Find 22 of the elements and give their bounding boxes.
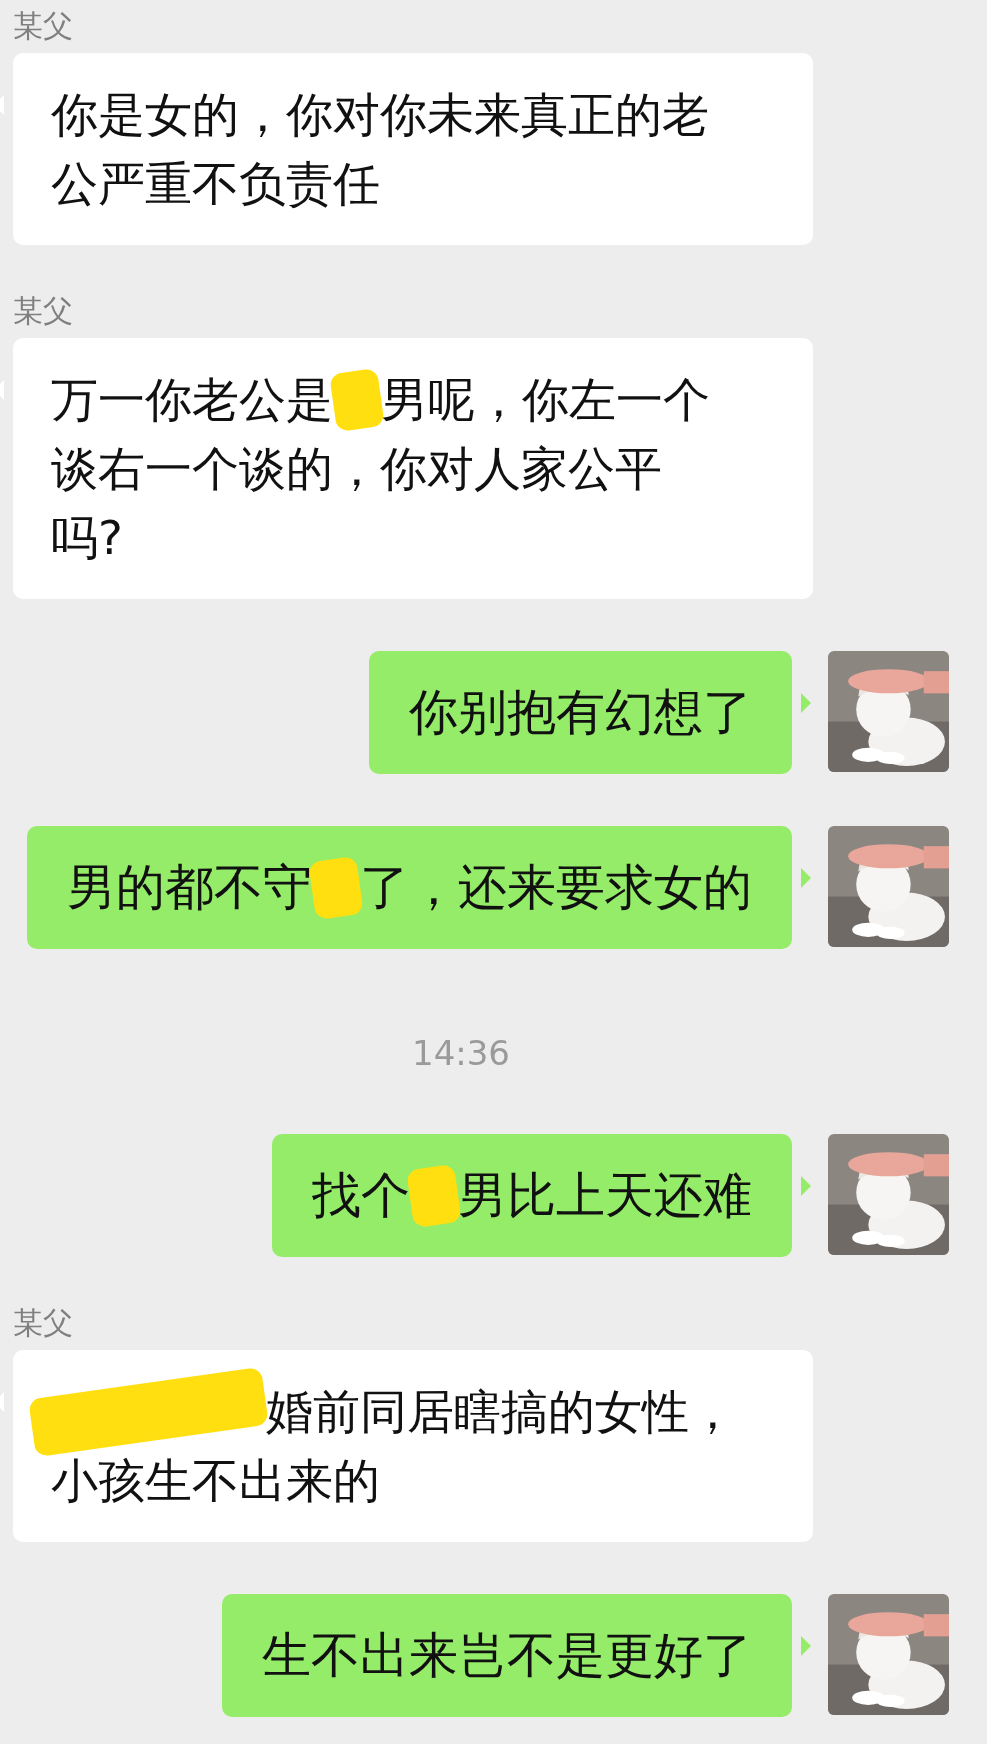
message-text: 男呢，你左一个 [381, 371, 710, 429]
message-text: 找个 [312, 1166, 410, 1226]
message-text: 男比上天还难 [458, 1166, 752, 1226]
bubble-tail [801, 693, 811, 713]
bubble-tail [801, 868, 811, 888]
message-text: 男的都不守 [67, 858, 312, 918]
message-text: 谈右一个谈的，你对人家公平 [51, 440, 662, 498]
message-text: 吗? [51, 509, 123, 567]
message-text: 你是女的，你对你未来真正的老 [51, 86, 709, 144]
bubble-tail [801, 1636, 811, 1656]
sender-name: 某父 [13, 1304, 73, 1342]
message-text: 生不出来岂不是更好了 [262, 1626, 752, 1686]
message-text: 小孩生不出来的 [51, 1452, 380, 1510]
message-text: 公严重不负责任 [51, 155, 380, 213]
bubble-tail [801, 1176, 811, 1196]
sender-name: 某父 [13, 7, 73, 45]
sender-name: 某父 [13, 292, 73, 330]
timestamp: 14:36 [412, 1033, 510, 1073]
message-text: 婚前同居瞎搞的女性， [266, 1383, 736, 1441]
message-text: 万一你老公是 [51, 371, 333, 429]
message-text: 了，还来要求女的 [360, 858, 752, 918]
message-text: 你别抱有幻想了 [409, 683, 752, 743]
